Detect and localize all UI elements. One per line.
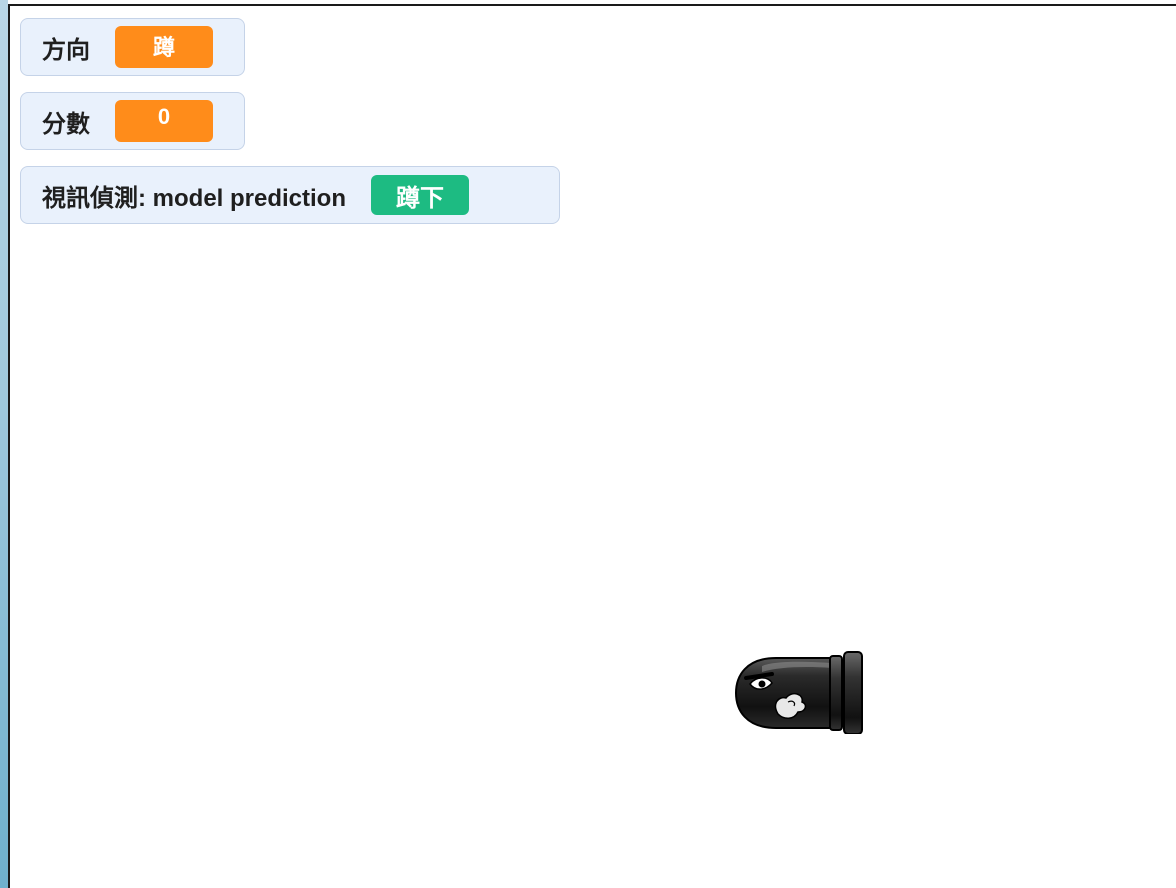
game-stage[interactable]: 方向 蹲 分數 0 視訊偵測: model prediction 蹲下: [8, 4, 1176, 888]
video-detection-value: 蹲下: [371, 175, 470, 215]
direction-label: 方向: [42, 36, 90, 64]
direction-value: 蹲: [115, 26, 213, 68]
direction-monitor: 方向 蹲: [20, 18, 245, 76]
score-label: 分數: [42, 110, 90, 138]
window-edge: [0, 0, 8, 888]
score-monitor: 分數 0: [20, 92, 245, 150]
score-value: 0: [115, 100, 213, 142]
bullet-bill-icon: [734, 651, 863, 734]
video-detection-label: 視訊偵測: model prediction: [42, 184, 347, 212]
video-detection-monitor: 視訊偵測: model prediction 蹲下: [20, 166, 560, 224]
